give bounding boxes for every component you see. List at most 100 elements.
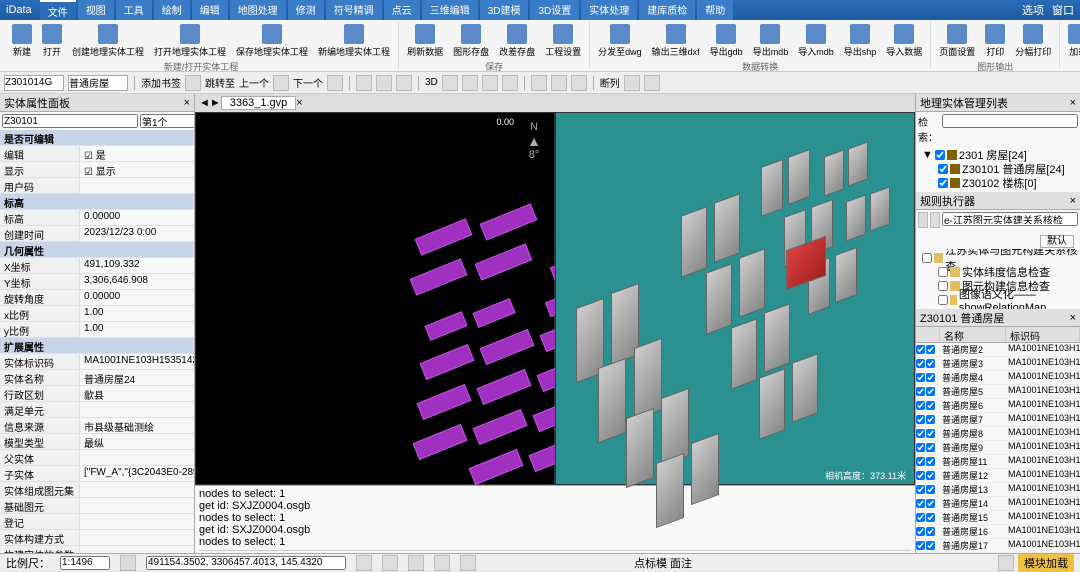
property-row[interactable]: X坐标491,109.332 — [0, 258, 194, 274]
property-row[interactable]: 基础图元 — [0, 498, 194, 514]
rule-run-icon[interactable] — [918, 212, 928, 228]
rule-checkbox[interactable] — [922, 253, 932, 263]
ribbon-btn[interactable]: 打印 — [981, 22, 1009, 60]
building-2d[interactable] — [415, 218, 473, 255]
building-2d[interactable] — [417, 384, 472, 420]
next-dropdown[interactable] — [327, 75, 343, 91]
property-row[interactable]: 实体组成图元集 — [0, 482, 194, 498]
row-check-1[interactable] — [916, 471, 925, 480]
tree-item[interactable]: ▼ 2301 房屋[24] — [918, 148, 1078, 162]
module-load-chip[interactable]: 模块加载 — [1018, 554, 1074, 572]
table-row[interactable]: 普通房屋14MA1001NE103H1535... — [916, 497, 1080, 511]
ribbon-btn[interactable]: 图形存盘 — [449, 22, 493, 60]
row-check-1[interactable] — [916, 401, 925, 410]
viewport-2d[interactable]: N ▲ 8° 0.00 — [195, 112, 555, 485]
table-row[interactable]: 普通房屋16MA1001NE103H1535... — [916, 525, 1080, 539]
row-check-2[interactable] — [926, 527, 935, 536]
status-tool-icon[interactable] — [356, 555, 372, 571]
building-2d[interactable] — [477, 369, 532, 405]
building-2d[interactable] — [420, 344, 475, 380]
col-name[interactable]: 名称 — [940, 327, 1006, 342]
options-link[interactable]: 选项 — [1022, 2, 1044, 18]
row-check-1[interactable] — [916, 373, 925, 382]
viewport-3d[interactable]: 相机高度：373.11米 — [555, 112, 915, 485]
table-row[interactable]: 普通房屋2MA1001NE103H1535... — [916, 343, 1080, 357]
building-3d[interactable] — [626, 408, 654, 488]
property-row[interactable]: 实体名称普通房屋24 — [0, 370, 194, 386]
menu-tab-11[interactable]: 3D设置 — [530, 0, 579, 21]
document-tab[interactable]: 3363_1.gvp — [221, 96, 297, 110]
property-row[interactable]: 行政区划歙县 — [0, 386, 194, 402]
table-row[interactable]: 普通房屋12MA1001NE103H1535... — [916, 469, 1080, 483]
row-check-2[interactable] — [926, 485, 935, 494]
status-tool-icon[interactable] — [120, 555, 136, 571]
row-check-1[interactable] — [916, 387, 925, 396]
ribbon-btn[interactable]: 输出三维dxf — [648, 22, 704, 60]
close-icon[interactable]: × — [1070, 312, 1076, 324]
property-row[interactable]: 显示☑ 显示 — [0, 162, 194, 178]
3d-tool-icon[interactable] — [462, 75, 478, 91]
menu-tab-14[interactable]: 帮助 — [697, 0, 733, 21]
ribbon-btn[interactable]: 页面设置 — [935, 22, 979, 60]
building-3d[interactable] — [634, 338, 662, 420]
default-btn[interactable]: 默认 — [1040, 235, 1074, 248]
row-check-1[interactable] — [916, 415, 925, 424]
ribbon-btn[interactable]: 加载 — [1064, 22, 1080, 60]
property-row[interactable]: 几何属性 — [0, 242, 194, 258]
view-tool-icon[interactable] — [551, 75, 567, 91]
building-3d[interactable] — [714, 193, 740, 262]
menu-tab-9[interactable]: 三维编辑 — [422, 0, 478, 21]
menu-tab-3[interactable]: 绘制 — [154, 0, 190, 21]
row-check-1[interactable] — [916, 527, 925, 536]
property-row[interactable]: 扩展属性 — [0, 338, 194, 354]
rule-checkbox[interactable] — [938, 281, 948, 291]
property-row[interactable]: 旋转角度0.00000 — [0, 290, 194, 306]
rule-combo[interactable] — [942, 212, 1078, 226]
rule-next-icon[interactable] — [930, 212, 940, 228]
building-3d[interactable] — [656, 453, 684, 528]
menu-tab-13[interactable]: 建库质检 — [639, 0, 695, 21]
scale-input[interactable] — [60, 556, 110, 570]
building-3d[interactable] — [761, 159, 783, 217]
menu-tab-12[interactable]: 实体处理 — [581, 0, 637, 21]
property-row[interactable]: 信息来源市县级基础测绘 — [0, 418, 194, 434]
row-check-2[interactable] — [926, 457, 935, 466]
ribbon-btn[interactable]: 导入数据 — [882, 22, 926, 60]
property-row[interactable]: 标高0.00000 — [0, 210, 194, 226]
menu-tab-10[interactable]: 3D建模 — [480, 0, 529, 21]
row-check-1[interactable] — [916, 499, 925, 508]
coords-display[interactable] — [146, 556, 346, 570]
menu-tab-0[interactable]: 文件 — [40, 0, 76, 21]
building-3d[interactable] — [731, 318, 757, 389]
property-row[interactable]: 满足单元 — [0, 402, 194, 418]
arrow-right-icon[interactable]: ► — [210, 97, 221, 109]
3d-label[interactable]: 3D — [425, 77, 438, 88]
menu-tab-2[interactable]: 工具 — [116, 0, 152, 21]
property-row[interactable]: 创建时间2023/12/23 0:00 — [0, 226, 194, 242]
ribbon-btn[interactable]: 新建 — [8, 22, 36, 60]
row-check-2[interactable] — [926, 443, 935, 452]
building-2d[interactable] — [480, 203, 538, 240]
tool-icon[interactable] — [376, 75, 392, 91]
next-btn[interactable]: 下一个 — [293, 75, 323, 90]
table-row[interactable]: 普通房屋6MA1001NE103H1535... — [916, 399, 1080, 413]
close-icon[interactable]: × — [1070, 97, 1076, 109]
row-check-2[interactable] — [926, 387, 935, 396]
row-check-2[interactable] — [926, 429, 935, 438]
entity-index-combo[interactable] — [140, 114, 195, 128]
table-row[interactable]: 普通房屋15MA1001NE103H1535... — [916, 511, 1080, 525]
building-3d[interactable] — [788, 149, 810, 205]
rule-item[interactable]: 江苏实体与图元构建关系核查 — [918, 251, 1078, 265]
ribbon-btn[interactable]: 改差存盘 — [495, 22, 539, 60]
layer-name-input[interactable] — [68, 75, 128, 91]
table-row[interactable]: 普通房屋11MA1001NE103H1535... — [916, 455, 1080, 469]
ribbon-btn[interactable]: 导出gdb — [706, 22, 747, 60]
property-row[interactable]: 登记 — [0, 514, 194, 530]
building-3d[interactable] — [661, 388, 689, 466]
ribbon-btn[interactable]: 保存地理实体工程 — [232, 22, 312, 60]
ribbon-btn[interactable]: 新编地理实体工程 — [314, 22, 394, 60]
3d-tool-icon[interactable] — [482, 75, 498, 91]
ribbon-btn[interactable]: 工程设置 — [541, 22, 585, 60]
building-2d[interactable] — [469, 449, 524, 485]
close-icon[interactable]: × — [1070, 195, 1076, 207]
